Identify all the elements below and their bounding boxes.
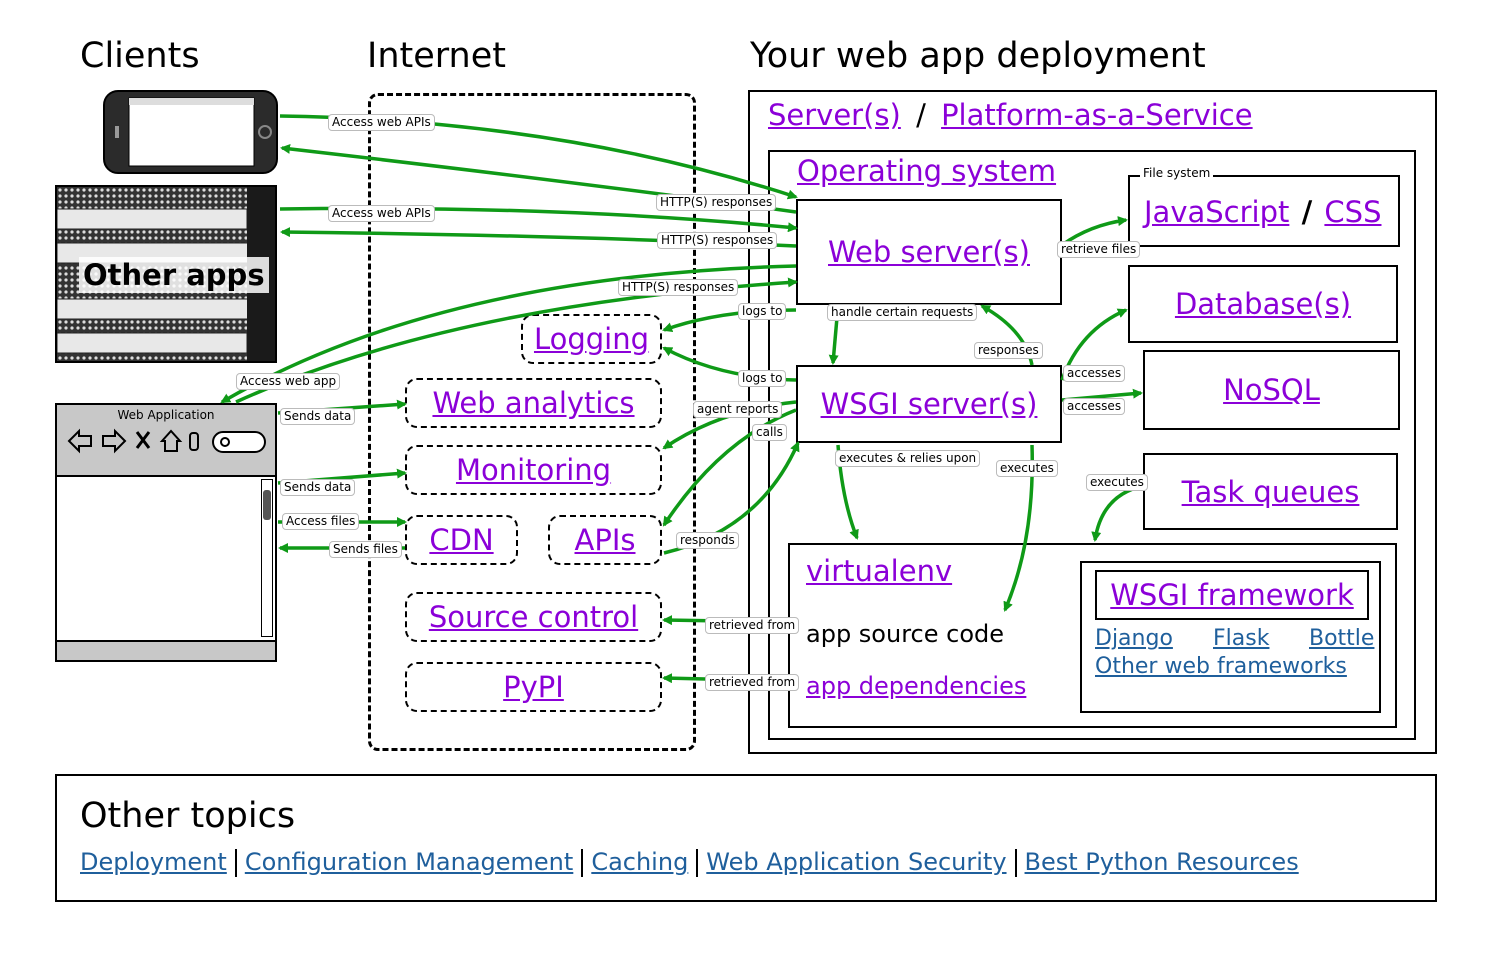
label-http-responses-2: HTTP(S) responses [657, 232, 778, 249]
label-accesses-2: accesses [1063, 398, 1126, 415]
label-retrieved-from-1: retrieved from [705, 617, 800, 634]
label-logs-to-2: logs to [738, 370, 787, 387]
label-agent-reports: agent reports [693, 401, 783, 418]
other-topics-links: Deployment Configuration Management Cachin… [80, 848, 1299, 877]
label-executes-2: executes [1086, 474, 1148, 491]
label-retrieved-from-2: retrieved from [705, 674, 800, 691]
topic-link-best-python-resources[interactable]: Best Python Resources [1025, 848, 1299, 876]
topic-separator [1014, 849, 1017, 877]
label-access-web-app: Access web app [236, 373, 341, 390]
label-http-responses-1: HTTP(S) responses [656, 194, 777, 211]
topic-link-deployment[interactable]: Deployment [80, 848, 227, 876]
label-responds: responds [676, 532, 739, 549]
label-retrieve-files: retrieve files [1057, 241, 1141, 258]
label-accesses-1: accesses [1063, 365, 1126, 382]
topic-link-web-application-security[interactable]: Web Application Security [706, 848, 1006, 876]
label-logs-to-1: logs to [738, 303, 787, 320]
other-topics-title: Other topics [80, 796, 296, 836]
label-sends-data-1: Sends data [280, 408, 356, 425]
topic-link-configuration-management[interactable]: Configuration Management [245, 848, 574, 876]
label-sends-data-2: Sends data [280, 479, 356, 496]
label-executes-relies: executes & relies upon [835, 450, 981, 467]
label-executes-1: executes [996, 460, 1058, 477]
topic-separator [234, 849, 237, 877]
label-access-web-apis-2: Access web APIs [328, 205, 435, 222]
topic-separator [581, 849, 584, 877]
arrow-task-to-framework [1091, 484, 1144, 542]
label-access-web-apis-1: Access web APIs [328, 114, 435, 131]
label-calls: calls [752, 424, 787, 441]
label-handle-certain-requests: handle certain requests [827, 304, 978, 321]
label-http-responses-3: HTTP(S) responses [618, 279, 739, 296]
other-topics-box: Other topics Deployment Configuration Man… [55, 774, 1437, 902]
label-sends-files: Sends files [329, 541, 402, 558]
label-access-files: Access files [282, 513, 360, 530]
topic-separator [696, 849, 699, 877]
topic-link-caching[interactable]: Caching [591, 848, 688, 876]
label-responses: responses [974, 342, 1043, 359]
